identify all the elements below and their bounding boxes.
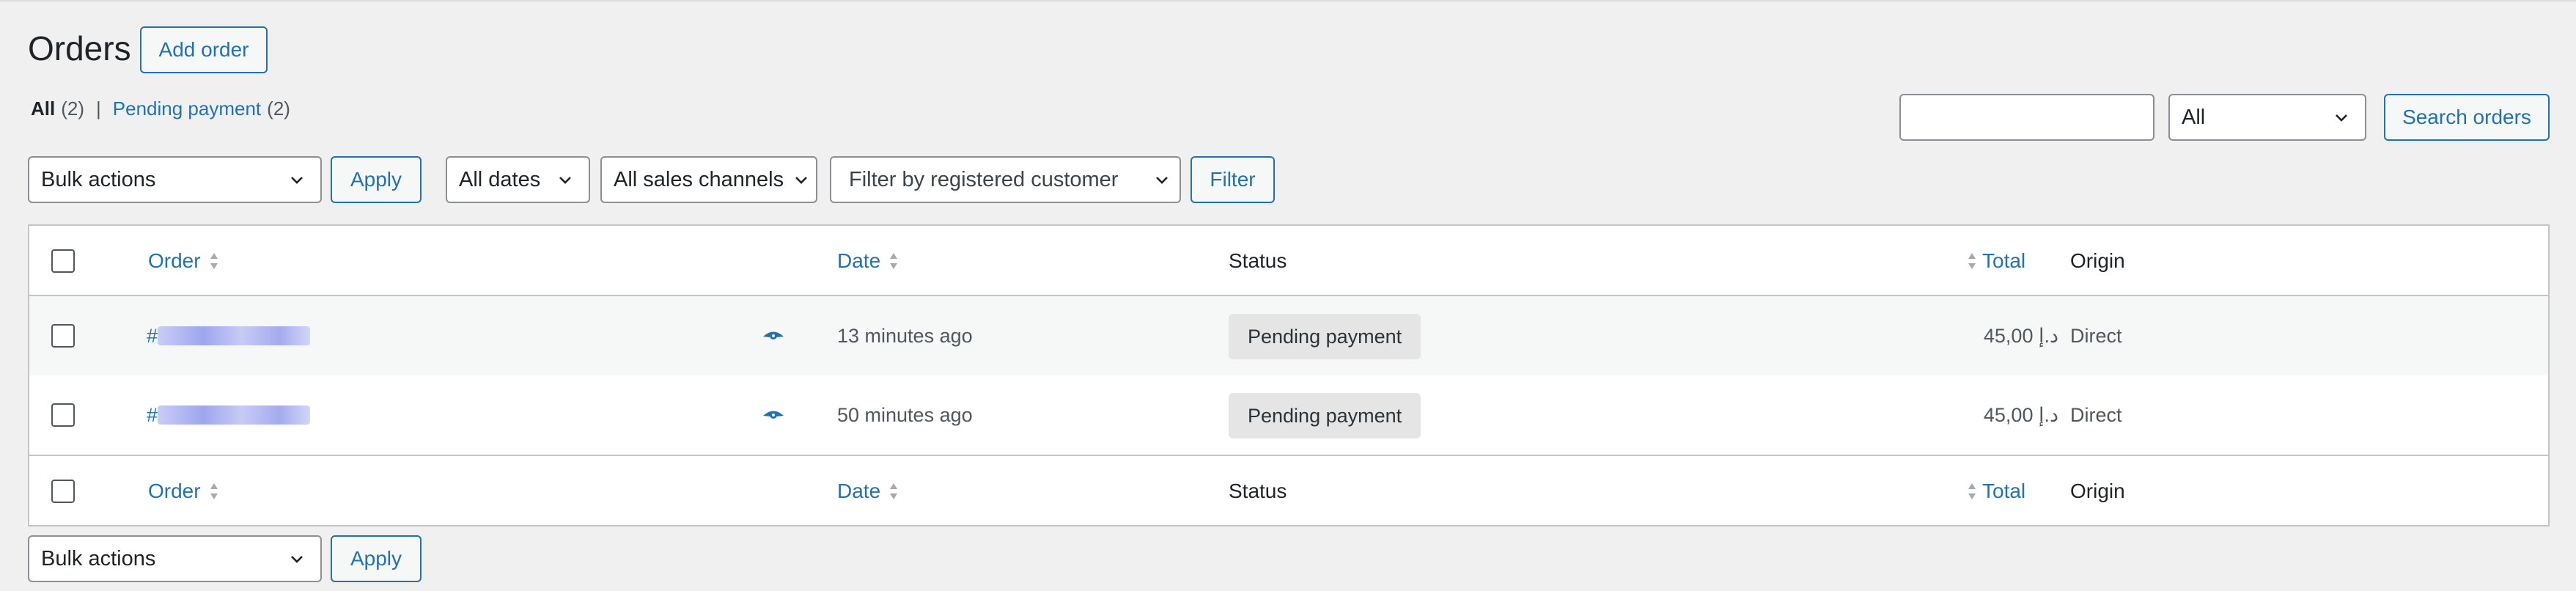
row-checkbox[interactable] <box>51 324 75 348</box>
select-all-checkbox-footer[interactable] <box>51 480 75 503</box>
order-date: 50 minutes ago <box>837 403 973 426</box>
filter-button[interactable]: Filter <box>1191 156 1275 203</box>
registered-customer-select[interactable]: Filter by registered customer <box>830 156 1181 203</box>
top-border <box>0 0 2576 1</box>
column-order-footer[interactable]: Order <box>148 456 220 526</box>
sort-arrows-icon <box>210 483 218 499</box>
sort-arrows-icon <box>1968 483 1976 499</box>
column-order-label: Order <box>148 249 201 272</box>
select-all-checkbox[interactable] <box>51 249 75 273</box>
order-number-prefix: # <box>147 403 158 426</box>
column-date-footer[interactable]: Date <box>837 456 899 526</box>
eye-icon[interactable] <box>761 403 786 428</box>
status-badge: Pending payment <box>1229 314 1421 359</box>
chevron-down-icon <box>291 177 303 184</box>
table-row[interactable]: # 13 minutes ago Pending payment 45,00 د… <box>29 296 2548 375</box>
page-title: Orders <box>28 29 131 67</box>
chevron-down-icon <box>291 556 303 563</box>
search-status-select[interactable]: All <box>2168 94 2366 141</box>
view-pending-count: (2) <box>267 98 290 120</box>
apply-button-bottom[interactable]: Apply <box>331 535 422 582</box>
chevron-down-icon <box>1156 177 1168 184</box>
view-separator: | <box>96 98 101 120</box>
order-number-prefix: # <box>147 324 158 347</box>
order-number-redacted <box>158 326 311 345</box>
column-total-label: Total <box>1982 480 2026 502</box>
chevron-down-icon <box>2336 114 2347 122</box>
column-date[interactable]: Date <box>837 226 899 296</box>
order-total: 45,00 د.إ <box>1983 403 2058 426</box>
status-views: All (2) | Pending payment (2) <box>31 96 290 121</box>
status-badge: Pending payment <box>1229 393 1421 438</box>
table-header: Order Date Status Total Origin <box>29 226 2548 296</box>
sales-channels-select[interactable]: All sales channels <box>600 156 817 203</box>
order-link[interactable]: # <box>147 375 311 455</box>
order-origin: Direct <box>2070 403 2122 426</box>
sales-channels-value: All sales channels <box>614 167 784 191</box>
column-date-label: Date <box>837 249 881 272</box>
search-orders-button[interactable]: Search orders <box>2384 94 2550 141</box>
column-order-label: Order <box>148 480 201 502</box>
column-order[interactable]: Order <box>148 226 220 296</box>
column-origin: Origin <box>2070 249 2125 272</box>
chevron-down-icon <box>559 177 571 184</box>
column-origin-footer: Origin <box>2070 480 2125 502</box>
column-total-footer[interactable]: Total <box>1966 456 2025 526</box>
sort-arrows-icon <box>890 483 898 499</box>
view-all-count: (2) <box>61 98 85 120</box>
registered-customer-placeholder: Filter by registered customer <box>849 167 1119 191</box>
column-status: Status <box>1229 249 1287 272</box>
order-link[interactable]: # <box>147 296 311 375</box>
dates-filter-select[interactable]: All dates <box>446 156 590 203</box>
sort-arrows-icon <box>210 253 218 269</box>
bulk-actions-value: Bulk actions <box>41 546 156 570</box>
add-order-button[interactable]: Add order <box>140 26 268 73</box>
sort-arrows-icon <box>890 253 898 269</box>
column-total[interactable]: Total <box>1966 226 2025 296</box>
order-total: 45,00 د.إ <box>1983 324 2058 347</box>
table-row[interactable]: # 50 minutes ago Pending payment 45,00 د… <box>29 375 2548 455</box>
view-all-link[interactable]: All <box>31 96 55 121</box>
dates-filter-value: All dates <box>459 167 541 191</box>
order-origin: Direct <box>2070 324 2122 347</box>
sort-arrows-icon <box>1968 253 1976 269</box>
bulk-actions-value: Bulk actions <box>41 167 156 191</box>
chevron-down-icon <box>795 177 807 184</box>
row-checkbox[interactable] <box>51 403 75 427</box>
orders-table: Order Date Status Total Origin # 13 minu… <box>28 224 2550 526</box>
bulk-actions-select-bottom[interactable]: Bulk actions <box>28 535 322 582</box>
bulk-actions-select[interactable]: Bulk actions <box>28 156 322 203</box>
view-pending-payment-link[interactable]: Pending payment <box>113 96 261 121</box>
search-input[interactable] <box>1899 94 2154 141</box>
apply-button[interactable]: Apply <box>331 156 422 203</box>
order-number-redacted <box>158 405 311 425</box>
column-status-footer: Status <box>1229 480 1287 502</box>
order-date: 13 minutes ago <box>837 324 973 347</box>
search-status-value: All <box>2182 105 2206 129</box>
column-total-label: Total <box>1982 249 2026 272</box>
eye-icon[interactable] <box>761 324 786 349</box>
column-date-label: Date <box>837 480 881 502</box>
table-footer: Order Date Status Total Origin <box>29 455 2548 525</box>
